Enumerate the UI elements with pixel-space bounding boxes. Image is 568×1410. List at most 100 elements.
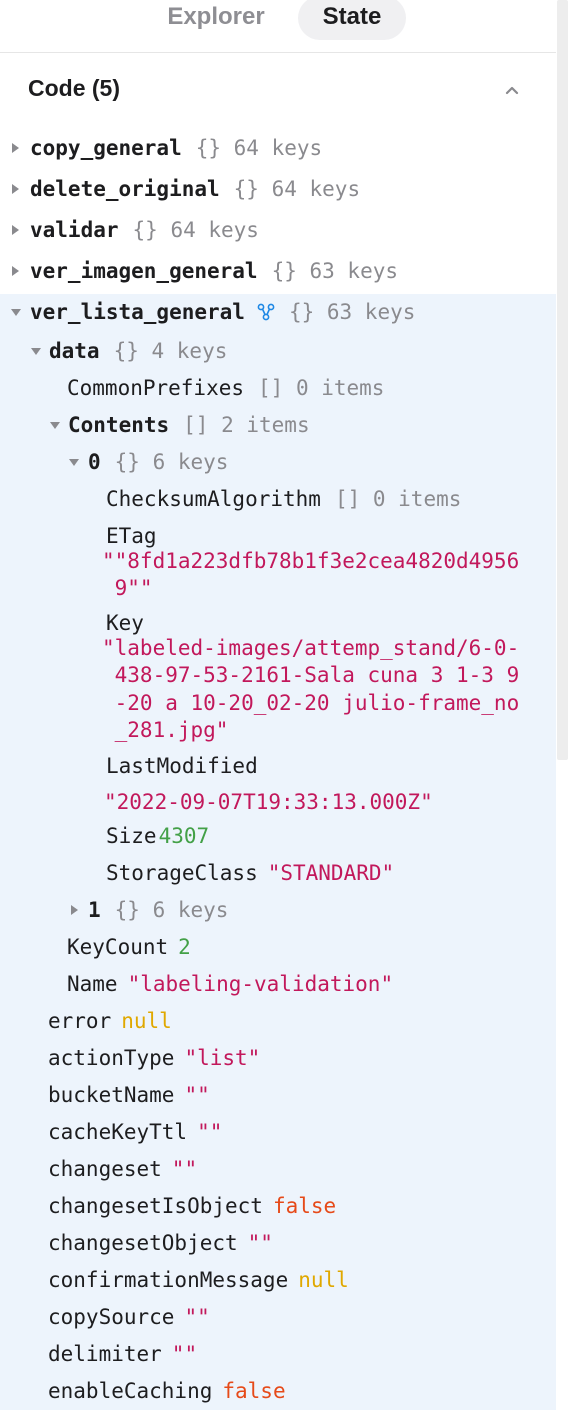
prop-key: error bbox=[48, 1009, 112, 1033]
node-key: ChecksumAlgorithm bbox=[106, 487, 321, 511]
node-meta: {} 6 keys bbox=[114, 898, 229, 922]
prop-row-bucket-name: bucketName "" bbox=[48, 1082, 210, 1108]
query-name: delete_original bbox=[30, 177, 220, 201]
caret-down-icon[interactable] bbox=[31, 348, 41, 355]
node-value: 2 bbox=[178, 935, 191, 959]
query-meta: {} 63 keys bbox=[271, 259, 399, 283]
caret-right-icon[interactable] bbox=[12, 184, 19, 194]
node-key: ETag bbox=[106, 524, 157, 548]
node-key: KeyCount bbox=[67, 935, 169, 959]
query-name: ver_imagen_general bbox=[30, 259, 258, 283]
tree-node-common-prefixes[interactable]: CommonPrefixes [] 0 items bbox=[67, 375, 384, 401]
prop-row-changeset-is-object: changesetIsObject false bbox=[48, 1193, 336, 1219]
tab-state[interactable]: State bbox=[298, 0, 406, 40]
prop-value: "" bbox=[197, 1120, 223, 1144]
tree-node-checksum-algorithm[interactable]: ChecksumAlgorithm [] 0 items bbox=[106, 486, 461, 512]
query-row-delete-original[interactable]: delete_original {} 64 keys bbox=[30, 176, 360, 202]
prop-key: delimiter bbox=[48, 1342, 162, 1366]
last-modified-value: "2022-09-07T19:33:13.000Z" bbox=[104, 790, 433, 814]
prop-value: null bbox=[121, 1009, 172, 1033]
caret-right-icon[interactable] bbox=[12, 266, 19, 276]
etag-value-line-2: 9"" bbox=[102, 576, 153, 600]
prop-value: null bbox=[298, 1268, 349, 1292]
tree-node-contents[interactable]: Contents [] 2 items bbox=[68, 412, 310, 438]
code-section-header[interactable]: Code (5) bbox=[0, 53, 556, 128]
query-row-ver-lista-general[interactable]: ver_lista_general {} 63 keys bbox=[30, 299, 415, 325]
prop-key: cacheKeyTtl bbox=[48, 1120, 188, 1144]
prop-key: changeset bbox=[48, 1157, 162, 1181]
caret-right-icon[interactable] bbox=[71, 905, 78, 915]
tree-node-name: Name "labeling-validation" bbox=[67, 971, 393, 997]
etag-value-line-1: ""8fd1a223dfb78b1f3e2cea4820d4956 bbox=[102, 549, 520, 573]
prop-row-error: error null bbox=[48, 1008, 172, 1034]
prop-key: changesetObject bbox=[48, 1231, 238, 1255]
node-meta: {} 6 keys bbox=[114, 450, 229, 474]
tree-node-etag: ETag bbox=[106, 523, 157, 549]
prop-value: "" bbox=[184, 1305, 210, 1329]
node-key: 0 bbox=[88, 450, 101, 474]
prop-row-changeset-object: changesetObject "" bbox=[48, 1230, 273, 1256]
caret-right-icon[interactable] bbox=[12, 225, 19, 235]
caret-down-icon[interactable] bbox=[11, 309, 21, 316]
prop-value: "list" bbox=[184, 1046, 261, 1070]
key-value-line-1: "labeled-images/attemp_stand/6-0- bbox=[102, 636, 520, 660]
node-meta: {} 4 keys bbox=[113, 339, 228, 363]
tree-node-last-modified: LastModified bbox=[106, 753, 258, 779]
caret-down-icon[interactable] bbox=[50, 422, 60, 429]
node-key: Size bbox=[106, 824, 157, 848]
query-name: copy_general bbox=[30, 136, 182, 160]
key-value-line-3: -20 a 10-20_02-20 julio-frame_no bbox=[102, 691, 520, 715]
prop-row-delimiter: delimiter "" bbox=[48, 1341, 197, 1367]
tree-node-key: Key bbox=[106, 610, 144, 636]
tree-node-data[interactable]: data {} 4 keys bbox=[49, 338, 227, 364]
tree-node-storage-class: StorageClass "STANDARD" bbox=[106, 860, 394, 886]
prop-row-confirmation-message: confirmationMessage null bbox=[48, 1267, 349, 1293]
prop-row-cache-key-ttl: cacheKeyTtl "" bbox=[48, 1119, 222, 1145]
prop-key: bucketName bbox=[48, 1083, 175, 1107]
node-meta: [] 0 items bbox=[258, 376, 385, 400]
node-meta: [] 0 items bbox=[334, 487, 462, 511]
key-value-line-4: _281.jpg" bbox=[102, 718, 229, 742]
prop-value: "" bbox=[171, 1342, 198, 1366]
prop-row-action-type: actionType "list" bbox=[48, 1045, 260, 1071]
caret-right-icon[interactable] bbox=[12, 143, 19, 153]
section-title: Code (5) bbox=[28, 75, 120, 101]
key-value-line-2: 438-97-53-2161-Sala cuna 3 1-3 9 bbox=[102, 663, 520, 687]
prop-value: "" bbox=[171, 1157, 198, 1181]
node-value: "STANDARD" bbox=[267, 861, 395, 885]
node-value: 4307 bbox=[158, 824, 210, 848]
query-meta: {} 63 keys bbox=[288, 300, 416, 324]
node-key: data bbox=[49, 339, 100, 363]
query-meta: {} 64 keys bbox=[233, 177, 361, 201]
prop-key: copySource bbox=[48, 1305, 175, 1329]
node-meta: [] 2 items bbox=[183, 413, 310, 437]
query-graph-icon bbox=[257, 303, 275, 321]
node-key: 1 bbox=[88, 898, 101, 922]
node-key: Name bbox=[67, 972, 118, 996]
tree-node-item-1[interactable]: 1 {} 6 keys bbox=[88, 897, 228, 923]
node-key: Key bbox=[106, 611, 144, 635]
query-row-copy-general[interactable]: copy_general {} 64 keys bbox=[30, 135, 322, 161]
prop-value: false bbox=[222, 1379, 286, 1403]
prop-key: enableCaching bbox=[48, 1379, 213, 1403]
query-row-ver-imagen-general[interactable]: ver_imagen_general {} 63 keys bbox=[30, 258, 398, 284]
panel-tabs: Explorer State bbox=[0, 0, 556, 53]
prop-row-copy-source: copySource "" bbox=[48, 1304, 210, 1330]
query-name: ver_lista_general bbox=[30, 300, 245, 324]
caret-down-icon[interactable] bbox=[69, 459, 79, 466]
query-name: validar bbox=[30, 218, 119, 242]
query-row-validar[interactable]: validar {} 64 keys bbox=[30, 217, 259, 243]
prop-row-enable-caching: enableCaching false bbox=[48, 1378, 286, 1404]
scrollbar-thumb[interactable] bbox=[557, 0, 568, 760]
prop-key: confirmationMessage bbox=[48, 1268, 289, 1292]
prop-key: changesetIsObject bbox=[48, 1194, 263, 1218]
tab-explorer[interactable]: Explorer bbox=[160, 0, 272, 40]
query-meta: {} 64 keys bbox=[132, 218, 259, 242]
chevron-up-icon[interactable] bbox=[500, 79, 524, 103]
tree-node-item-0[interactable]: 0 {} 6 keys bbox=[88, 449, 228, 475]
prop-value: "" bbox=[247, 1231, 273, 1255]
prop-value: false bbox=[272, 1194, 337, 1218]
node-value: "labeling-validation" bbox=[127, 972, 394, 996]
prop-key: actionType bbox=[48, 1046, 175, 1070]
query-meta: {} 64 keys bbox=[195, 136, 323, 160]
